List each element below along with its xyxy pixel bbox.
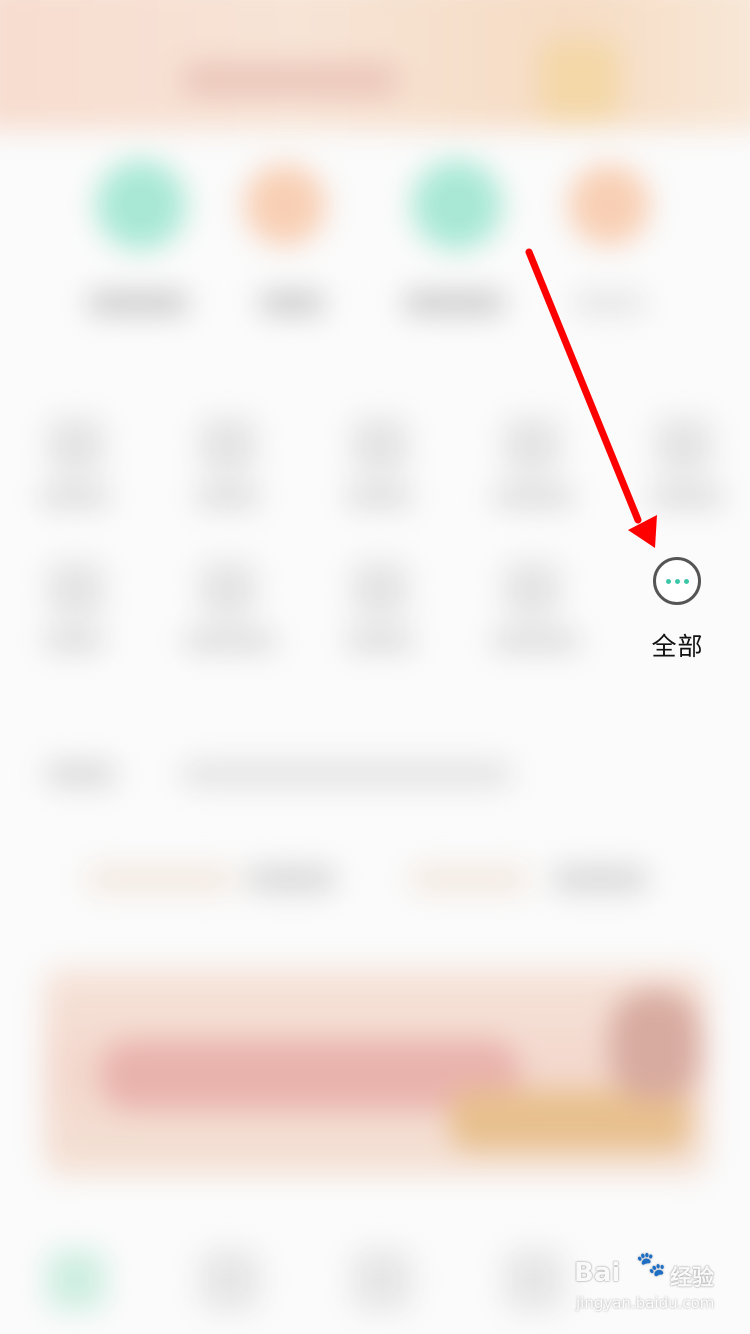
notice-tag bbox=[46, 762, 116, 786]
banner-figure bbox=[610, 990, 700, 1100]
more-dots-icon bbox=[683, 578, 689, 584]
bottom-icon-1 bbox=[46, 1250, 106, 1310]
grid-icon-r2-3 bbox=[352, 562, 408, 618]
more-label[interactable]: 全部 bbox=[640, 627, 715, 663]
grid-icon-r2-4 bbox=[504, 562, 560, 618]
app-screen: 全部 Bai 🐾 经验 jingyan.baidu.com bbox=[0, 0, 750, 1334]
top-label-4 bbox=[574, 292, 644, 314]
grid-label-r2-4 bbox=[492, 632, 580, 650]
grid-icon-r1-4 bbox=[504, 418, 560, 474]
grid-label-r2-3 bbox=[346, 632, 414, 650]
chip-4 bbox=[552, 866, 648, 892]
grid-icon-r1-5 bbox=[656, 418, 712, 474]
grid-label-r2-1 bbox=[44, 632, 104, 650]
top-icon-3 bbox=[412, 160, 502, 250]
top-label-1 bbox=[88, 292, 188, 314]
top-icon-2 bbox=[244, 164, 326, 246]
more-dots-icon bbox=[665, 578, 671, 584]
bottom-icon-3 bbox=[352, 1250, 412, 1310]
top-icon-1 bbox=[96, 160, 186, 250]
blurred-background bbox=[0, 0, 750, 1334]
grid-icon-r1-1 bbox=[48, 418, 104, 474]
grid-label-r1-3 bbox=[346, 488, 412, 506]
top-icon-4 bbox=[568, 164, 650, 246]
more-dots-icon bbox=[674, 578, 680, 584]
header-badge bbox=[540, 40, 620, 120]
more-button[interactable] bbox=[653, 557, 701, 605]
top-label-2 bbox=[260, 292, 324, 314]
grid-label-r2-2 bbox=[184, 632, 276, 650]
bottom-icon-4 bbox=[504, 1250, 564, 1310]
grid-icon-r2-2 bbox=[200, 562, 256, 618]
grid-label-r1-1 bbox=[40, 488, 110, 506]
notice-text bbox=[182, 762, 512, 786]
header-search-bar bbox=[180, 62, 400, 98]
bottom-icon-2 bbox=[200, 1250, 260, 1310]
grid-icon-r1-3 bbox=[352, 418, 408, 474]
chip-1 bbox=[86, 866, 236, 892]
grid-icon-r1-2 bbox=[200, 418, 256, 474]
grid-icon-r2-1 bbox=[48, 562, 104, 618]
grid-label-r1-2 bbox=[196, 488, 260, 506]
chip-3 bbox=[410, 866, 530, 892]
grid-label-r1-4 bbox=[494, 488, 574, 506]
chip-2 bbox=[246, 866, 336, 892]
top-label-3 bbox=[404, 292, 504, 314]
grid-label-r1-5 bbox=[650, 488, 724, 506]
